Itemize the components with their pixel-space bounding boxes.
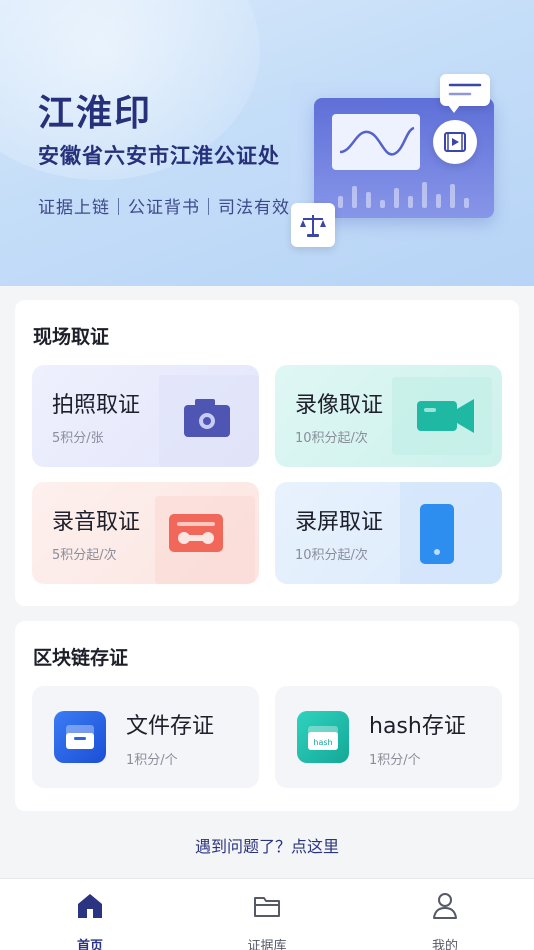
photo-evidence-tile[interactable]: 拍照取证 5积分/张 (32, 365, 259, 467)
tile-cost: 10积分起/次 (295, 548, 368, 563)
bottom-tab-bar: 首页 证据库 我的 (0, 878, 534, 950)
camera-icon (139, 365, 259, 467)
tile-title: 录音取证 (52, 510, 141, 535)
home-icon (78, 894, 102, 918)
bar-decoration (338, 178, 478, 208)
brand-title: 江淮印 (38, 93, 153, 134)
tile-title: 录像取证 (295, 393, 384, 418)
screen-record-evidence-tile[interactable]: 录屏取证 10积分起/次 (275, 482, 502, 584)
tile-title: 拍照取证 (52, 393, 141, 418)
cassette-icon (139, 482, 259, 584)
user-icon (433, 893, 457, 919)
help-link[interactable]: 遇到问题了？点这里 (0, 833, 534, 857)
file-evidence-tile[interactable]: 文件存证 1积分/个 (32, 686, 259, 788)
hero-banner: 江淮印 安徽省六安市江淮公证处 证据上链｜公证背书｜司法有效 (0, 0, 534, 286)
video-camera-icon (382, 365, 502, 467)
tile-title: 文件存证 (126, 714, 215, 739)
file-inbox-icon (54, 711, 106, 763)
blockchain-evidence-card: 区块链存证 文件存证 1积分/个 hash hash存证 1积分/个 (15, 621, 519, 811)
tab-mine[interactable]: 我的 (395, 887, 495, 950)
brand-subtitle: 安徽省六安市江淮公证处 (38, 144, 280, 168)
tile-cost: 1积分/个 (126, 753, 178, 768)
hash-folder-icon: hash (297, 711, 349, 763)
folder-icon (254, 897, 280, 917)
brand-tags: 证据上链｜公证背书｜司法有效 (38, 198, 290, 218)
tab-label: 首页 (76, 939, 103, 950)
tab-evidence-library[interactable]: 证据库 (217, 887, 317, 950)
hash-evidence-tile[interactable]: hash hash存证 1积分/个 (275, 686, 502, 788)
wave-chart-icon (332, 114, 420, 170)
chat-bubble-icon (440, 74, 490, 113)
film-icon (433, 120, 477, 164)
video-evidence-tile[interactable]: 录像取证 10积分起/次 (275, 365, 502, 467)
tile-title: 录屏取证 (295, 510, 384, 535)
tab-home[interactable]: 首页 (40, 887, 140, 950)
tile-title: hash存证 (369, 714, 466, 739)
field-evidence-card: 现场取证 拍照取证 5积分/张 录像取证 10积分起/次 录音取证 5积分起/次… (15, 300, 519, 606)
tile-cost: 10积分起/次 (295, 431, 368, 446)
hash-badge-text: hash (313, 738, 332, 747)
section-title-chain: 区块链存证 (33, 647, 129, 669)
phone-icon (382, 482, 502, 584)
tile-cost: 1积分/个 (369, 753, 421, 768)
tab-label: 证据库 (247, 939, 287, 950)
tile-cost: 5积分/张 (52, 431, 104, 446)
audio-evidence-tile[interactable]: 录音取证 5积分起/次 (32, 482, 259, 584)
section-title-field: 现场取证 (33, 326, 110, 348)
tab-label: 我的 (431, 939, 458, 950)
scale-of-justice-icon (291, 203, 335, 247)
tile-cost: 5积分起/次 (52, 548, 117, 563)
